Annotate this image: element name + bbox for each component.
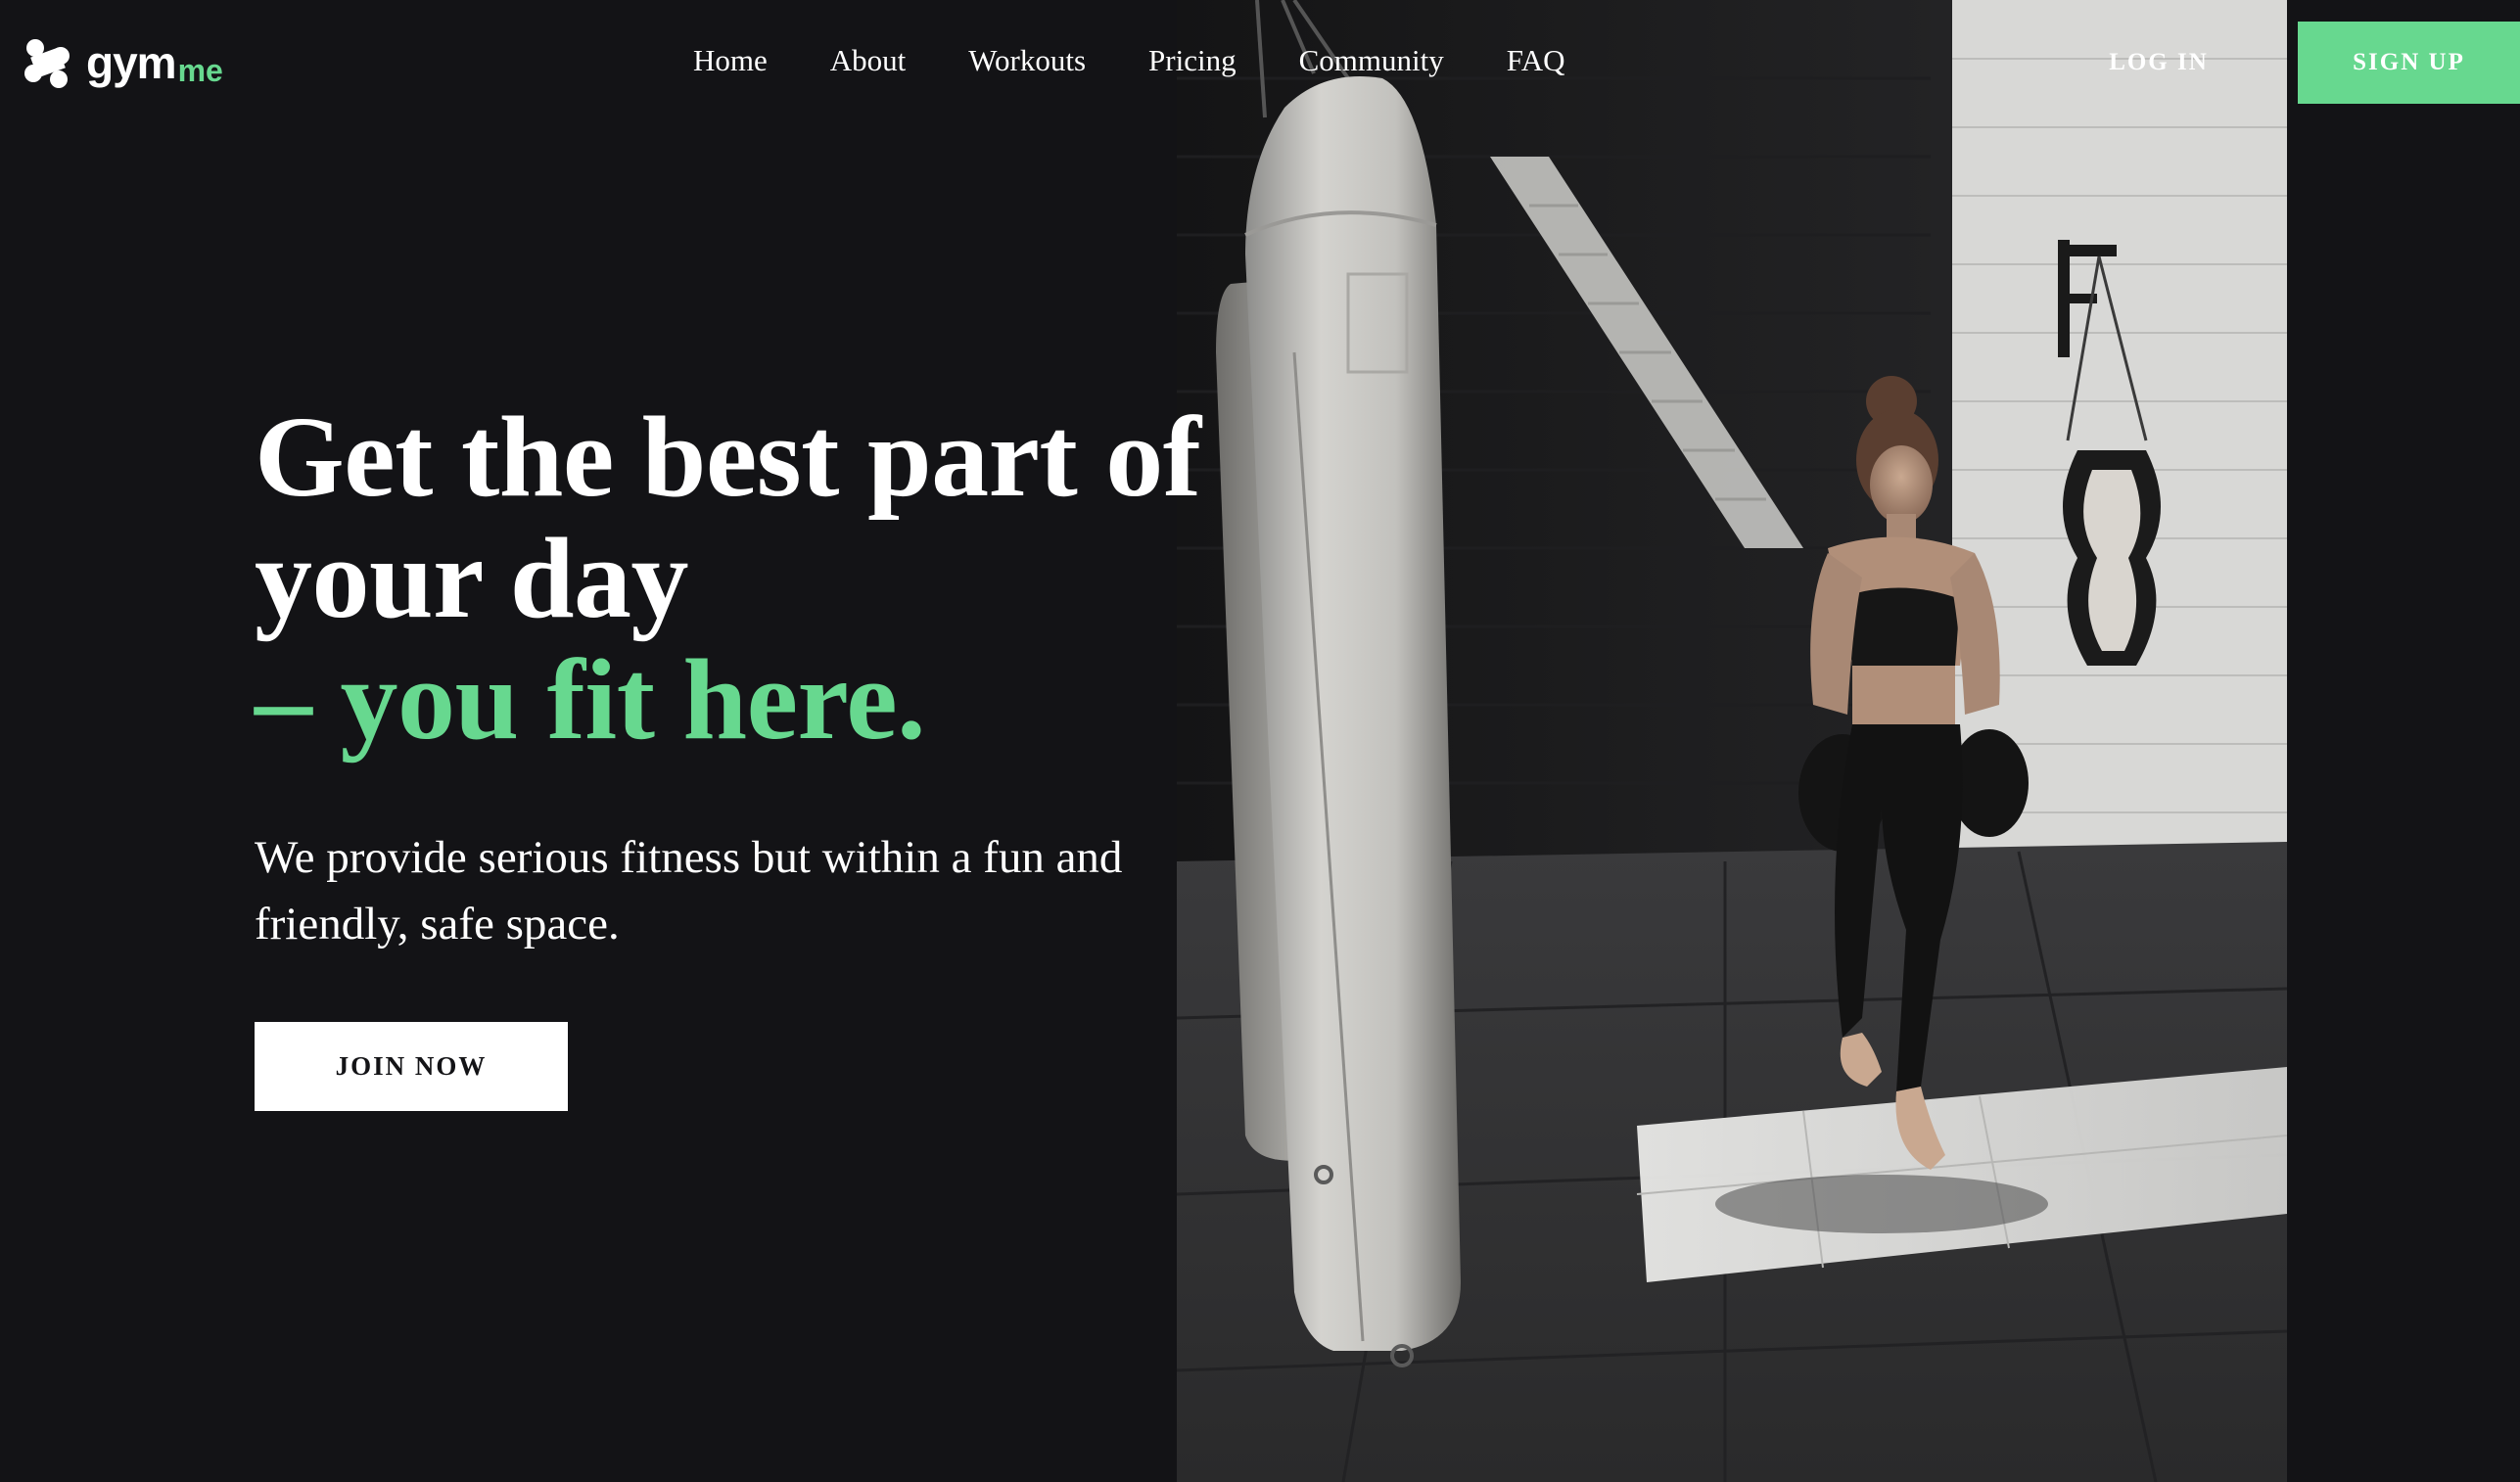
hero-section: Get the best part of your day – you fit … [255, 396, 1331, 761]
join-now-button[interactable]: JOIN NOW [255, 1022, 568, 1111]
brand-suffix: me [177, 52, 223, 88]
signup-button[interactable]: SIGN UP [2298, 22, 2520, 104]
nav-community[interactable]: Community [1299, 39, 1444, 82]
hero-headline: Get the best part of your day – you fit … [255, 396, 1331, 761]
main-nav: Home About Workouts Pricing Community FA… [693, 39, 1627, 82]
hero-subtext: We provide serious fitness but within a … [255, 832, 1123, 949]
boxing-gym-image [1177, 0, 2287, 1482]
hero-photo [1177, 0, 2287, 1482]
nav-about[interactable]: About [830, 39, 907, 82]
headline-line-2: your day [255, 514, 689, 642]
brand-logo[interactable]: gym me [20, 33, 223, 92]
login-button[interactable]: LOG IN [2095, 39, 2222, 86]
nav-workouts[interactable]: Workouts [968, 39, 1086, 82]
headline-accent: – you fit here. [255, 635, 926, 764]
nav-faq[interactable]: FAQ [1507, 39, 1565, 82]
brand-name: gym [86, 37, 177, 88]
site-header: gym me Home About Workouts Pricing Commun… [0, 0, 2520, 127]
landing-page: gym me Home About Workouts Pricing Commun… [0, 0, 2520, 1482]
headline-line-1: Get the best part of [255, 393, 1201, 521]
nav-home[interactable]: Home [693, 39, 768, 82]
nav-pricing[interactable]: Pricing [1148, 39, 1237, 82]
gymme-logo-icon [24, 39, 70, 88]
